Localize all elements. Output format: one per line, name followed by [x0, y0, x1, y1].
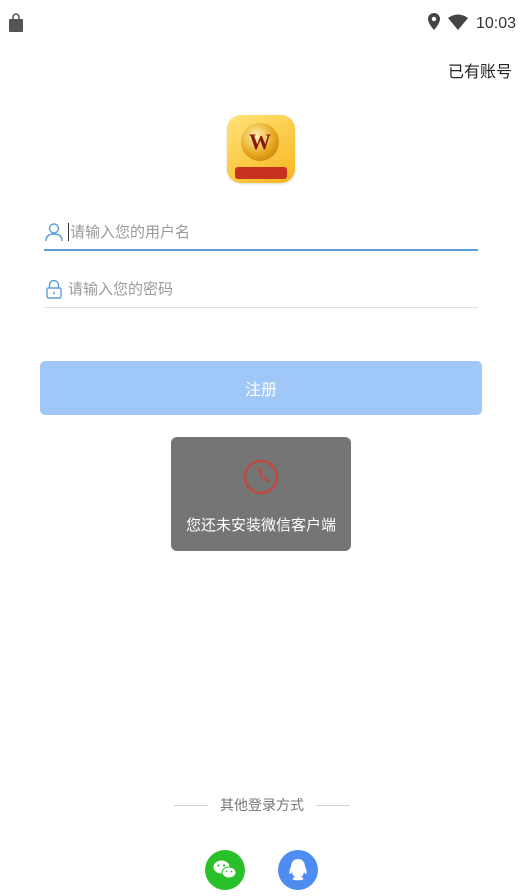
other-login-divider: 其他登录方式	[0, 795, 524, 815]
qq-icon	[289, 859, 307, 881]
username-underline	[44, 249, 478, 251]
toast-message: 您还未安装微信客户端	[185, 516, 336, 534]
toast: 您还未安装微信客户端	[171, 437, 351, 551]
divider-line-right	[316, 804, 350, 806]
password-underline	[44, 307, 478, 308]
divider-line-left	[174, 804, 208, 806]
location-icon	[427, 13, 440, 34]
username-field[interactable]	[44, 214, 478, 250]
register-button[interactable]: 注册	[40, 361, 482, 415]
qq-login-button[interactable]	[278, 850, 318, 890]
wechat-icon	[213, 860, 237, 879]
wifi-icon	[447, 14, 468, 34]
text-caret	[68, 223, 69, 241]
username-input[interactable]	[70, 223, 450, 241]
shopping-bag-icon	[8, 13, 24, 37]
status-bar: 10:03	[0, 0, 524, 48]
password-input[interactable]	[68, 280, 448, 298]
password-field[interactable]	[44, 271, 478, 307]
lock-icon	[44, 279, 64, 299]
status-time: 10:03	[475, 14, 516, 32]
wechat-login-button[interactable]	[205, 850, 245, 890]
app-logo: W	[227, 115, 295, 183]
other-login-label: 其他登录方式	[220, 798, 304, 814]
have-account-link[interactable]: 已有账号	[448, 58, 512, 82]
user-icon	[44, 222, 64, 242]
loading-spinner-icon	[242, 458, 280, 500]
